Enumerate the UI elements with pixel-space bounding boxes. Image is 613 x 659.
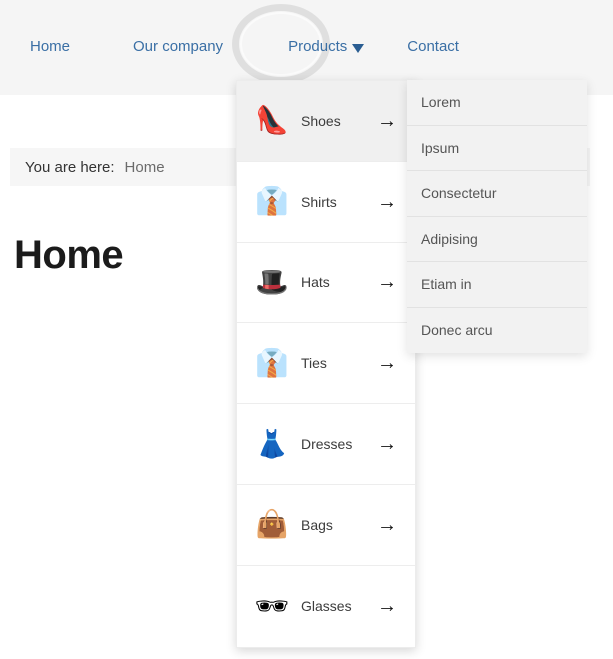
dropdown-item-dresses[interactable]: 👗 Dresses → (237, 404, 415, 485)
submenu-item-donec-arcu[interactable]: Donec arcu (407, 308, 587, 354)
necktie-icon: 👔 (255, 347, 289, 378)
nav-item-home-label: Home (30, 38, 71, 55)
submenu-item-lorem[interactable]: Lorem (407, 80, 587, 126)
dropdown-item-ties[interactable]: 👔 Ties → (237, 323, 415, 405)
submenu-item-ipsum[interactable]: Ipsum (407, 126, 587, 171)
nav-item-home[interactable]: Home (30, 37, 70, 57)
nav-item-contact[interactable]: Contact (407, 37, 459, 57)
handbag-icon: 👜 (255, 509, 289, 540)
arrow-right-icon: → (377, 190, 397, 213)
submenu-item-adipising[interactable]: Adipising (407, 217, 587, 262)
arrow-right-icon: → (377, 595, 397, 618)
nav-item-products-label: Products (288, 38, 348, 55)
hat-icon: 🎩 (255, 266, 289, 297)
nav-item-products[interactable]: Products (288, 37, 365, 57)
chevron-down-icon (352, 43, 365, 53)
main-navigation: Home Our company Products Contact (0, 30, 613, 64)
submenu-item-consectetur[interactable]: Consectetur (407, 171, 587, 217)
nav-item-our-company[interactable]: Our company (133, 37, 223, 57)
shirt-icon: 👔 (255, 186, 289, 217)
dropdown-item-label: Dresses (301, 436, 353, 453)
arrow-right-icon: → (377, 352, 397, 375)
high-heel-shoe-icon: 👠 (255, 105, 289, 136)
dropdown-item-label: Hats (301, 274, 330, 291)
arrow-right-icon: → (377, 271, 397, 294)
page-title: Home (14, 232, 124, 277)
dropdown-item-label: Glasses (301, 598, 352, 615)
dropdown-item-label: Shirts (301, 193, 337, 210)
dropdown-item-glasses[interactable]: 🕶 Glasses → (237, 565, 415, 647)
sunglasses-icon: 🕶 (254, 590, 290, 621)
dropdown-item-shirts[interactable]: 👔 Shirts → (237, 161, 415, 243)
dress-icon: 👗 (255, 428, 289, 459)
dropdown-item-label: Bags (301, 516, 333, 533)
dropdown-item-label: Shoes (301, 112, 341, 129)
nav-item-contact-label: Contact (407, 38, 459, 55)
products-dropdown-menu: 👠 Shoes → 👔 Shirts → 🎩 Hats → 👔 Ties → 👗… (236, 80, 416, 648)
products-submenu: Lorem Ipsum Consectetur Adipising Etiam … (407, 80, 587, 353)
dropdown-item-hats[interactable]: 🎩 Hats → (237, 242, 415, 324)
breadcrumb-label: You are here: (25, 158, 115, 176)
submenu-item-etiam-in[interactable]: Etiam in (407, 262, 587, 308)
arrow-right-icon: → (377, 109, 397, 132)
arrow-right-icon: → (377, 433, 397, 456)
breadcrumb-current-page[interactable]: Home (125, 159, 165, 176)
dropdown-item-shoes[interactable]: 👠 Shoes → (237, 81, 415, 162)
arrow-right-icon: → (377, 513, 397, 536)
nav-item-our-company-label: Our company (133, 38, 224, 55)
dropdown-item-label: Ties (301, 355, 327, 372)
dropdown-item-bags[interactable]: 👜 Bags → (237, 484, 415, 566)
